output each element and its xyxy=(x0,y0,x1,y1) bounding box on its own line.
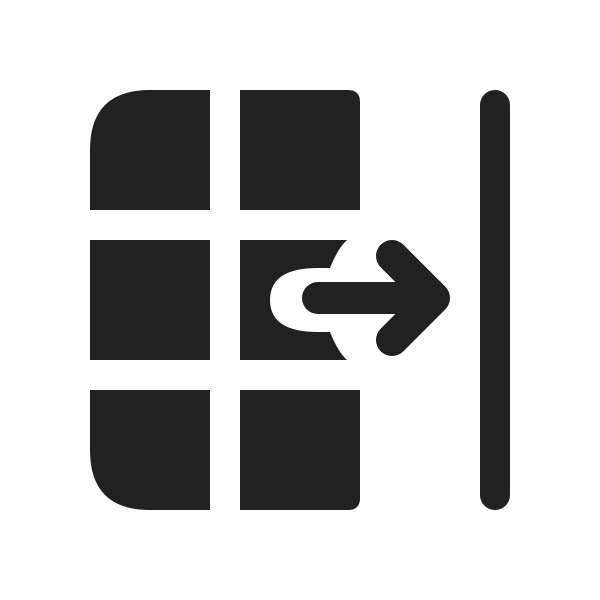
table-cell-middle-left xyxy=(90,240,210,360)
table-cell-top-right xyxy=(240,90,360,210)
table-cell-bottom-right xyxy=(240,390,360,510)
table-move-column-right-icon xyxy=(90,90,510,510)
table-move-right-icon-canvas xyxy=(0,0,600,600)
table-cell-bottom-left xyxy=(90,390,210,510)
table-cell-top-left xyxy=(90,90,210,210)
arrow-right-icon xyxy=(302,240,450,356)
right-edge-bar xyxy=(480,90,510,510)
